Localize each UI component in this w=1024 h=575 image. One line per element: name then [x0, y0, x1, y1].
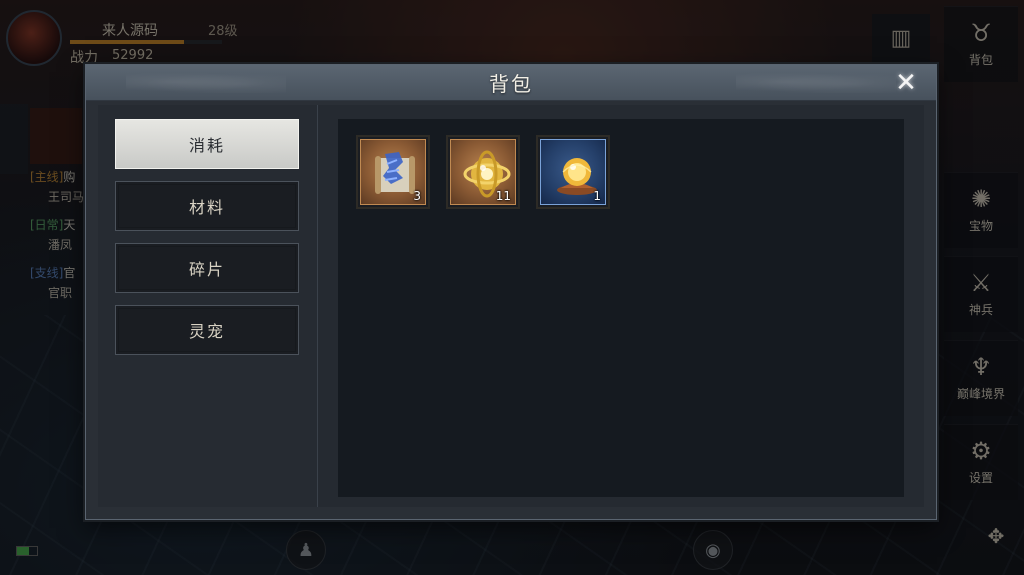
- item-count: 1: [593, 189, 601, 203]
- item-grid: 3 11 1: [338, 119, 904, 497]
- category-list: 消耗 材料 碎片 灵宠: [98, 105, 318, 507]
- backpack-dialog: 背包 ✕ 消耗 材料 碎片 灵宠 3 11 1: [85, 64, 937, 520]
- item-slot[interactable]: 3: [356, 135, 430, 209]
- tab-fragments[interactable]: 碎片: [115, 243, 299, 293]
- tab-spirit-pets[interactable]: 灵宠: [115, 305, 299, 355]
- item-count: 3: [413, 189, 421, 203]
- close-icon[interactable]: ✕: [890, 67, 922, 99]
- tab-materials[interactable]: 材料: [115, 181, 299, 231]
- blue-scroll-icon: [375, 152, 415, 194]
- dialog-title: 背包: [489, 72, 533, 96]
- dialog-header: 背包 ✕: [86, 65, 936, 101]
- item-count: 11: [495, 189, 511, 203]
- item-frame: 11: [450, 139, 516, 205]
- item-slot[interactable]: 1: [536, 135, 610, 209]
- item-slot[interactable]: 11: [446, 135, 520, 209]
- dialog-body: 消耗 材料 碎片 灵宠 3 11 1: [98, 105, 924, 507]
- tab-consumables[interactable]: 消耗: [115, 119, 299, 169]
- item-frame: 1: [540, 139, 606, 205]
- item-frame: 3: [360, 139, 426, 205]
